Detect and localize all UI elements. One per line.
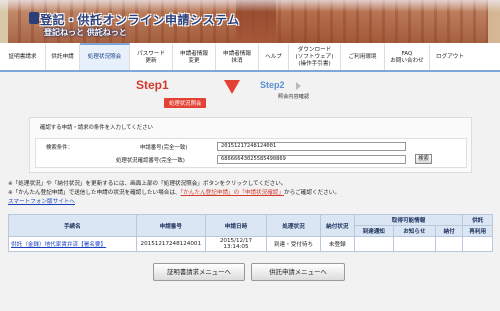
- easy-application-status-link[interactable]: 「かんたん登記申請」の「申請状況確認」: [181, 190, 284, 196]
- site-subtitle: 登記ねっと 供託ねっと: [44, 28, 127, 37]
- note-update-status: ※「処理状況」や「納付状況」を更新するには、画面上部の「処理状況照会」ボタンをク…: [8, 181, 287, 187]
- cell-status: 到達・受付待ち: [266, 236, 321, 252]
- confirmation-number-label: 処理状況確認番号(完全一致): [116, 158, 185, 164]
- header-banner: 登記・供託オンライン申請システム 登記ねっと 供託ねっと: [0, 0, 500, 43]
- header-payment: 納付状況: [319, 214, 355, 237]
- cell-notice: [392, 236, 436, 252]
- header-deposit: 供託: [462, 214, 493, 226]
- confirmation-number-input[interactable]: 68666643025585490869: [217, 155, 406, 164]
- nav-deposit-application[interactable]: 供託申請: [46, 43, 80, 70]
- procedure-link[interactable]: 供託（金銭）地代家賃弁済【署名要】: [8, 236, 137, 252]
- cell-pay: [434, 236, 464, 252]
- smartphone-site-link[interactable]: スマートフォン版サイトへ: [8, 199, 75, 205]
- cell-reacquire: [462, 236, 493, 252]
- condition-intro: 確認する申請・請求の条件を入力してください: [40, 125, 153, 131]
- nav-environment[interactable]: ご利用環境: [341, 43, 385, 70]
- step-arrow-icon: [224, 80, 240, 94]
- header-arrival: 到達通知: [353, 225, 394, 237]
- table-row: 供託（金銭）地代家賃弁済【署名要】 20151217248124001 2015…: [8, 236, 493, 252]
- nav-certificate-request[interactable]: 証明書請求: [0, 43, 46, 70]
- deposit-menu-button[interactable]: 供託申請メニューへ: [251, 263, 345, 281]
- nav-applicant-info-delete[interactable]: 申請者情報 抹消: [216, 43, 259, 70]
- search-condition-label: 検索条件：: [46, 145, 73, 151]
- step1-badge: 処理状況照会: [164, 98, 207, 108]
- notes: ※「処理状況」や「納付状況」を更新するには、画面上部の「処理状況照会」ボタンをク…: [8, 180, 492, 207]
- step2-label: Step2: [260, 80, 285, 90]
- cell-arrival: [353, 236, 394, 252]
- condition-box: 検索条件： 申請番号(完全一致) 20151217248124001 処理状況確…: [35, 138, 467, 168]
- results-table: 手続名 申請番号 申請日時 処理状況 納付状況 取得可能情報 供託 到達通知 お…: [8, 214, 493, 252]
- cell-date: 2015/12/17 13:14:05: [204, 236, 268, 252]
- main-nav: 証明書請求 供託申請 処理状況照会 パスワード 更新 申請者情報 変更 申請者情…: [0, 43, 500, 72]
- header-application-number: 申請番号: [135, 214, 206, 237]
- application-number-input[interactable]: 20151217248124001: [217, 142, 406, 151]
- header-pay: 納付: [434, 225, 464, 237]
- nav-faq[interactable]: FAQ お問い合わせ: [385, 43, 430, 70]
- cell-payment: 未登録: [319, 236, 355, 252]
- nav-logout[interactable]: ログアウト: [430, 43, 470, 70]
- nav-applicant-info-change[interactable]: 申請者情報 変更: [173, 43, 216, 70]
- step1-label: Step1: [136, 78, 169, 92]
- certificate-menu-button[interactable]: 証明書請求メニューへ: [153, 263, 245, 281]
- header-status: 処理状況: [266, 214, 321, 237]
- header-date: 申請日時: [204, 214, 268, 237]
- site-title: 登記・供託オンライン申請システム: [40, 13, 240, 27]
- step2-caption: 照会内容確認: [278, 94, 310, 100]
- note-easy-suffix: からご確認ください。: [284, 190, 340, 196]
- note-easy-application: ※「かんたん登記申請」で送信した申請の状況を確認したい場合は、「かんたん登記申請…: [8, 189, 492, 198]
- header-reacquire: 再利用: [462, 225, 493, 237]
- search-button[interactable]: 検索: [415, 154, 432, 164]
- nav-help[interactable]: ヘルプ: [259, 43, 289, 70]
- nav-status-inquiry[interactable]: 処理状況照会: [80, 43, 130, 70]
- application-number-label: 申請番号(完全一致): [140, 145, 188, 151]
- header-acquirable: 取得可能情報: [353, 214, 464, 226]
- search-condition-panel: 確認する申請・請求の条件を入力してください 検索条件： 申請番号(完全一致) 2…: [29, 117, 472, 173]
- header-notice: お知らせ: [392, 225, 436, 237]
- step2-arrow-icon: [296, 82, 301, 90]
- header-procedure: 手続名: [8, 214, 137, 237]
- note-easy-prefix: ※「かんたん登記申請」で送信した申請の状況を確認したい場合は、: [8, 190, 181, 196]
- cell-application-number: 20151217248124001: [135, 236, 206, 252]
- nav-download[interactable]: ダウンロード (ソフトウェア) (操作手引書): [289, 43, 341, 70]
- site-logo-icon: [29, 12, 39, 24]
- nav-password-update[interactable]: パスワード 更新: [130, 43, 173, 70]
